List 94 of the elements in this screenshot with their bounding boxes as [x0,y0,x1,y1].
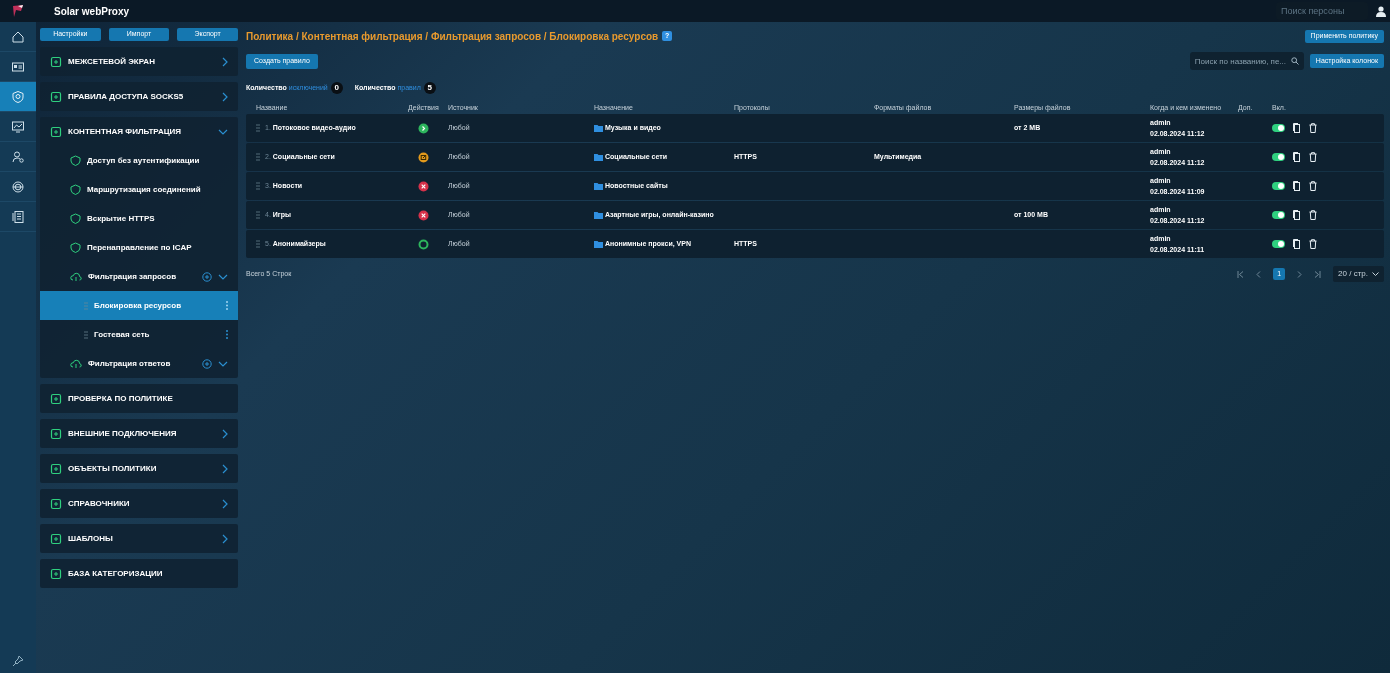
first-page-icon[interactable] [1237,270,1245,278]
pin-icon[interactable] [12,655,24,667]
chevron-right-icon [222,56,228,67]
drag-handle-icon[interactable] [84,330,88,339]
block-action-icon [418,209,429,221]
count-badge: 0 [330,82,343,94]
toggle-switch[interactable] [1272,124,1285,132]
search-field[interactable]: Поиск по названию, пе... [1189,52,1304,70]
nav-section[interactable]: КОНТЕНТНАЯ ФИЛЬТРАЦИЯ [40,117,238,146]
add-circle-icon[interactable] [202,271,212,282]
delete-icon[interactable] [1309,210,1317,220]
toggle-switch[interactable] [1272,153,1285,161]
folder-icon [594,153,603,161]
chevron-down-icon [1372,272,1379,276]
nav-item[interactable]: Фильтрация ответов [40,349,238,378]
copy-icon[interactable] [1293,152,1301,162]
last-page-icon[interactable] [1314,270,1322,278]
copy-icon[interactable] [1293,239,1301,249]
section-icon [50,427,62,440]
nav-section[interactable]: ВНЕШНИЕ ПОДКЛЮЧЕНИЯ [40,419,238,448]
copy-icon[interactable] [1293,210,1301,220]
item-icon [70,155,81,166]
nav-section[interactable]: ШАБЛОНЫ [40,524,238,553]
user-gear-icon [11,149,25,164]
section-icon [50,497,62,510]
user-icon[interactable] [1376,5,1386,17]
app-title: Solar webProxy [54,4,130,19]
nav-item[interactable]: Перенаправление по ICAP [40,233,238,262]
delete-icon[interactable] [1309,123,1317,133]
nav-item[interactable]: Блокировка ресурсов [40,291,238,320]
nav-section[interactable]: ПРОВЕРКА ПО ПОЛИТИКЕ [40,384,238,413]
chevron-down-icon [218,128,228,135]
edit-action-icon [418,151,429,163]
drag-handle-icon[interactable] [256,124,260,132]
toggle-switch[interactable] [1272,211,1285,219]
folder-icon [594,124,603,132]
item-icon [70,213,81,224]
nav-item[interactable]: Гостевая сеть [40,320,238,349]
section-icon [50,55,62,68]
folder-icon [594,182,603,190]
section-icon [50,567,62,580]
folder-icon [594,211,603,219]
item-icon [70,184,81,195]
id-card-icon [11,59,25,74]
drag-handle-icon[interactable] [256,153,260,161]
section-icon [50,125,62,138]
chevron-down-icon [218,360,228,367]
toggle-switch[interactable] [1272,240,1285,248]
globe-icon [11,179,25,194]
copy-icon[interactable] [1293,181,1301,191]
nav-section[interactable]: ОБЪЕКТЫ ПОЛИТИКИ [40,454,238,483]
search-icon [1290,57,1299,65]
delete-icon[interactable] [1309,181,1317,191]
chevron-right-icon [222,533,228,544]
home-icon [11,29,25,44]
nav-section[interactable]: БАЗА КАТЕГОРИЗАЦИИ [40,559,238,588]
document-list-icon [11,209,25,224]
nav-item[interactable]: Маршрутизация соединений [40,175,238,204]
page-size-select[interactable]: 20 / стр. [1333,266,1384,282]
allow-action-icon [418,122,429,134]
folder-icon [594,240,603,248]
section-icon [50,532,62,545]
chevron-right-icon [222,428,228,439]
rail-tab[interactable] [0,82,36,112]
nav-section[interactable]: СПРАВОЧНИКИ [40,489,238,518]
item-icon [70,242,81,253]
delete-icon[interactable] [1309,239,1317,249]
monitor-icon [11,119,25,134]
breadcrumb: Политика / Контентная фильтрация / Фильтрация запросов / Блокировка ресурсов [246,29,659,44]
nav-item[interactable]: Вскрытие HTTPS [40,204,238,233]
section-icon [50,462,62,475]
count-badge: 5 [423,82,436,94]
drag-handle-icon[interactable] [256,182,260,190]
chevron-down-icon [218,273,228,280]
nav-section[interactable]: ПРАВИЛА ДОСТУПА SOCKS5 [40,82,238,111]
cloud-icon [70,271,82,282]
shield-icon [11,89,25,104]
section-icon [50,90,62,103]
nav-section[interactable]: МЕЖСЕТЕВОЙ ЭКРАН [40,47,238,76]
block-action-icon [418,180,429,192]
cloud-icon [70,358,82,369]
nav-item[interactable]: Доступ без аутентификации [40,146,238,175]
section-icon [50,392,62,405]
toggle-switch[interactable] [1272,182,1285,190]
chevron-right-icon [222,463,228,474]
delete-icon[interactable] [1309,152,1317,162]
nav-item[interactable]: Фильтрация запросов [40,262,238,291]
drag-handle-icon[interactable] [256,240,260,248]
chevron-right-icon [222,91,228,102]
add-circle-icon[interactable] [202,358,212,369]
chevron-right-icon [222,498,228,509]
ring-action-icon [418,238,429,250]
copy-icon[interactable] [1293,123,1301,133]
drag-handle-icon[interactable] [256,211,260,219]
